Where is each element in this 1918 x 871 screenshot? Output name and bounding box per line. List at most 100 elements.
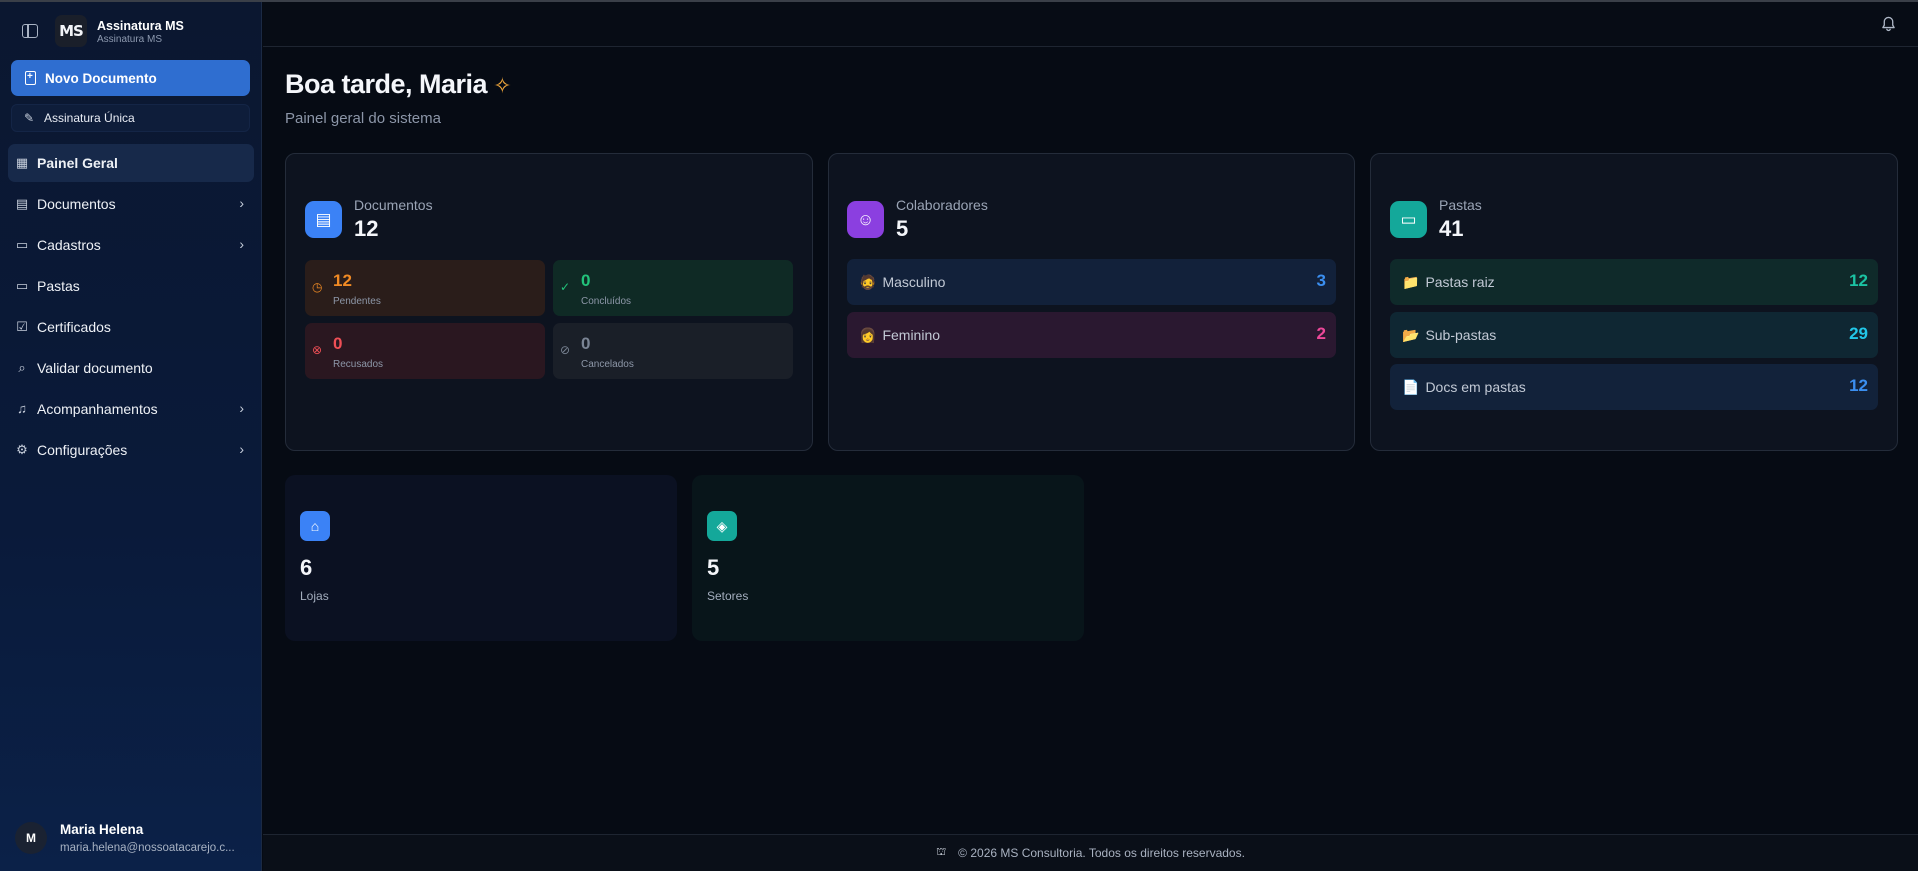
collaborators-count: 5 bbox=[896, 216, 909, 241]
x-circle-icon: ⊗ bbox=[312, 343, 323, 357]
ban-icon: ⊘ bbox=[560, 343, 571, 357]
chevron-right-icon: › bbox=[239, 236, 244, 252]
documents-count: 12 bbox=[354, 216, 379, 241]
new-document-label: Novo Documento bbox=[45, 70, 157, 86]
collaborators-card: ☺ Colaboradores 5 🧔 Masculino 3 👩 Feminino… bbox=[828, 153, 1355, 451]
cancelled-label: Cancelados bbox=[581, 359, 634, 370]
notification-bell-icon[interactable] bbox=[1881, 16, 1896, 32]
sidebar-item-label: Painel Geral bbox=[37, 155, 118, 171]
page-subtitle: Painel geral do sistema bbox=[285, 110, 441, 127]
sub-folders-count: 29 bbox=[1849, 324, 1868, 343]
sidebar-item-pastas[interactable]: ▭ Pastas bbox=[8, 267, 254, 305]
collaborators-label: Colaboradores bbox=[896, 197, 988, 213]
page-title: Boa tarde, Maria ✧ bbox=[285, 69, 512, 100]
stores-count: 6 bbox=[300, 555, 313, 580]
sidebar-item-label: Pastas bbox=[37, 278, 80, 294]
single-signature-button[interactable]: ✎ Assinatura Única bbox=[11, 104, 250, 132]
stores-label: Lojas bbox=[300, 589, 329, 603]
cancelled-tile[interactable]: ⊘ 0 Cancelados bbox=[553, 323, 793, 379]
user-name: Maria Helena bbox=[60, 822, 144, 837]
avatar: M bbox=[15, 822, 47, 854]
certificate-icon: ☑ bbox=[16, 319, 28, 334]
root-folders-row: 📁 Pastas raiz 12 bbox=[1390, 259, 1878, 305]
file-icon: ▤ bbox=[15, 196, 29, 211]
completed-count: 0 bbox=[581, 271, 591, 290]
sidebar-item-cadastros[interactable]: ▭ Cadastros › bbox=[8, 226, 254, 264]
sidebar-item-certificados[interactable]: ☑ Certificados bbox=[8, 308, 254, 346]
bell-icon: ♫ bbox=[17, 401, 27, 416]
footer: ⛫ © 2026 MS Consultoria. Todos os direit… bbox=[263, 834, 1918, 871]
documents-card: ▤ Documentos 12 ◷ 12 Pendentes ✓ 0 Concl… bbox=[285, 153, 813, 451]
folders-count: 41 bbox=[1439, 216, 1464, 241]
female-row: 👩 Feminino 2 bbox=[847, 312, 1336, 358]
footer-text: © 2026 MS Consultoria. Todos os direitos… bbox=[958, 846, 1245, 860]
male-row: 🧔 Masculino 3 bbox=[847, 259, 1336, 305]
rejected-label: Recusados bbox=[333, 359, 384, 370]
rejected-count: 0 bbox=[333, 334, 343, 353]
sidebar-item-label: Cadastros bbox=[37, 237, 101, 253]
layers-icon: ◈ bbox=[707, 511, 737, 541]
folder-emoji-icon: 📁 bbox=[1402, 274, 1420, 290]
pending-tile[interactable]: ◷ 12 Pendentes bbox=[305, 260, 545, 316]
pending-label: Pendentes bbox=[333, 296, 381, 307]
sidebar-item-configuracoes[interactable]: ⚙ Configurações › bbox=[8, 431, 254, 469]
completed-label: Concluídos bbox=[581, 296, 632, 307]
sectors-label: Setores bbox=[707, 589, 749, 603]
user-email: maria.helena@nossoatacarejo.c... bbox=[60, 842, 235, 854]
docs-in-folders-count: 12 bbox=[1849, 376, 1868, 395]
sidebar-toggle-icon[interactable] bbox=[22, 24, 38, 38]
app-title: Assinatura MS bbox=[97, 19, 184, 33]
male-emoji-icon: 🧔 bbox=[859, 274, 877, 290]
sidebar-item-label: Documentos bbox=[37, 196, 116, 212]
new-document-button[interactable]: Novo Documento bbox=[11, 60, 250, 96]
pending-count: 12 bbox=[333, 271, 352, 290]
open-folder-emoji-icon: 📂 bbox=[1402, 327, 1420, 343]
sidebar-item-label: Certificados bbox=[37, 319, 111, 335]
stores-card[interactable]: ⌂ 6 Lojas bbox=[285, 475, 677, 641]
documents-label: Documentos bbox=[354, 197, 433, 213]
sparkles-icon: ✧ bbox=[493, 73, 512, 98]
file-plus-icon bbox=[25, 70, 36, 85]
docs-in-folders-row: 📄 Docs em pastas 12 bbox=[1390, 364, 1878, 410]
sub-folders-row: 📂 Sub-pastas 29 bbox=[1390, 312, 1878, 358]
docs-in-folders-label: Docs em pastas bbox=[1425, 379, 1526, 395]
female-label: Feminino bbox=[882, 327, 941, 343]
sidebar-item-painel-geral[interactable]: ▦ Painel Geral bbox=[8, 144, 254, 182]
app-logo: MS bbox=[55, 15, 87, 47]
sidebar-item-label: Validar documento bbox=[37, 360, 153, 376]
top-bar bbox=[263, 2, 1918, 47]
clock-icon: ◷ bbox=[312, 280, 323, 294]
folder-open-icon: ▭ bbox=[1390, 201, 1427, 238]
users-icon: ☺ bbox=[847, 201, 884, 238]
folder-open-icon: ▭ bbox=[15, 278, 29, 293]
sidebar-item-acompanhamentos[interactable]: ♫ Acompanhamentos › bbox=[8, 390, 254, 428]
chevron-right-icon: › bbox=[239, 195, 244, 211]
sectors-card[interactable]: ◈ 5 Setores bbox=[692, 475, 1084, 641]
folders-label: Pastas bbox=[1439, 197, 1482, 213]
single-signature-label: Assinatura Única bbox=[44, 111, 135, 125]
dashboard-icon: ▦ bbox=[15, 155, 29, 170]
male-count: 3 bbox=[1316, 271, 1326, 290]
chevron-right-icon: › bbox=[239, 400, 244, 416]
search-icon: ⌕ bbox=[18, 360, 26, 375]
gear-icon: ⚙ bbox=[16, 442, 28, 457]
brand-header: MS Assinatura MS Assinatura MS bbox=[0, 2, 262, 56]
rejected-tile[interactable]: ⊗ 0 Recusados bbox=[305, 323, 545, 379]
chevron-right-icon: › bbox=[239, 441, 244, 457]
folders-card: ▭ Pastas 41 📁 Pastas raiz 12 📂 Sub-pastas … bbox=[1370, 153, 1898, 451]
female-count: 2 bbox=[1316, 324, 1326, 343]
greeting-text: Boa tarde, Maria bbox=[285, 69, 488, 99]
sidebar-item-label: Configurações bbox=[37, 442, 128, 458]
folder-icon: ▭ bbox=[15, 237, 29, 252]
sidebar-item-validar-documento[interactable]: ⌕ Validar documento bbox=[8, 349, 254, 387]
sidebar-nav: ▦ Painel Geral ▤ Documentos › ▭ Cadastro… bbox=[0, 144, 262, 472]
completed-tile[interactable]: ✓ 0 Concluídos bbox=[553, 260, 793, 316]
sidebar: MS Assinatura MS Assinatura MS Novo Docu… bbox=[0, 2, 262, 871]
sectors-count: 5 bbox=[707, 555, 720, 580]
male-label: Masculino bbox=[882, 274, 946, 290]
sidebar-item-documentos[interactable]: ▤ Documentos › bbox=[8, 185, 254, 223]
app-subtitle: Assinatura MS bbox=[97, 34, 163, 45]
check-circle-icon: ✓ bbox=[560, 280, 571, 294]
document-icon: ▤ bbox=[305, 201, 342, 238]
user-profile[interactable]: M Maria Helena maria.helena@nossoatacare… bbox=[0, 810, 262, 866]
